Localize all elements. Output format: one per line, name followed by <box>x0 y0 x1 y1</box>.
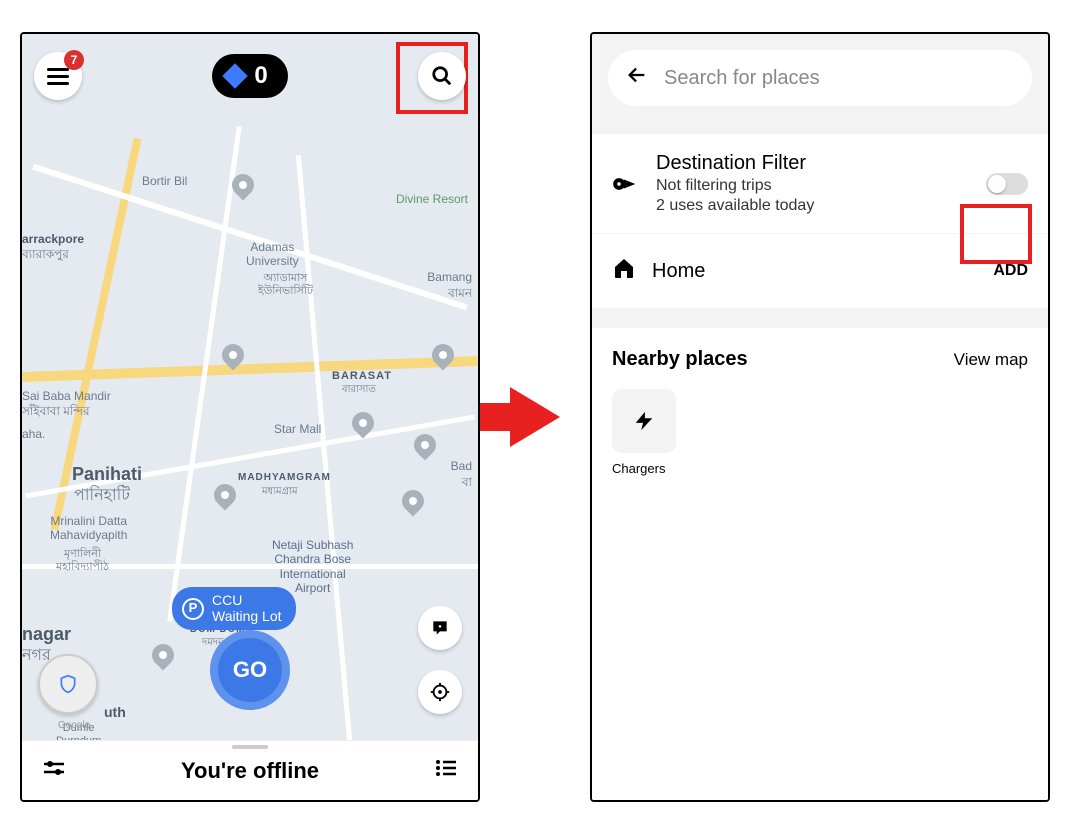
flow-arrow <box>510 387 560 447</box>
map-label-adamas: Adamas University <box>246 240 299 269</box>
offline-status-text: You're offline <box>181 758 319 784</box>
notification-badge: 7 <box>64 50 84 70</box>
map-label-madhyamgram-local: মধ্যমগ্রাম <box>262 486 298 498</box>
arrow-icon <box>510 387 560 447</box>
sliders-icon <box>42 758 66 778</box>
destination-filter-icon <box>612 170 640 198</box>
view-map-button[interactable]: View map <box>954 350 1028 370</box>
add-home-button[interactable]: ADD <box>993 262 1028 280</box>
map-label-barrackpore-local: ব্যারাকপুর <box>22 247 69 261</box>
destination-filter-uses: 2 uses available today <box>656 197 970 215</box>
map-label-mrinalini-local: মৃণালিনী মহাবিদ্যাপীঠ <box>56 548 109 574</box>
map-label-divine-resort: Divine Resort <box>396 192 468 206</box>
map-label-panihati: Panihati <box>72 464 142 486</box>
map-label-aha: aha. <box>22 427 45 441</box>
search-places-screen: Destination Filter Not filtering trips 2… <box>590 32 1050 802</box>
driver-app-map-screen: Bortir Bil Divine Resort arrackpore ব্যা… <box>20 32 480 802</box>
chat-icon <box>430 618 450 638</box>
back-button[interactable] <box>626 64 648 92</box>
map-background[interactable]: Bortir Bil Divine Resort arrackpore ব্যা… <box>22 34 478 800</box>
bottom-status-bar: You're offline <box>22 740 478 800</box>
nearby-places-section: Nearby places View map Chargers <box>592 328 1048 800</box>
shield-icon <box>58 672 78 696</box>
drag-handle[interactable] <box>232 745 268 749</box>
list-icon <box>434 758 458 778</box>
home-icon <box>612 256 636 286</box>
status-pill[interactable]: 0 <box>212 54 287 98</box>
map-label-uth: uth <box>104 704 126 721</box>
search-button[interactable] <box>418 52 466 100</box>
highlight-toggle <box>960 204 1032 264</box>
preferences-button[interactable] <box>42 758 66 784</box>
home-label: Home <box>652 260 977 283</box>
nearby-places-title: Nearby places <box>612 348 748 371</box>
map-label-sai-baba-local: সাঁইবাবা মন্দির <box>22 404 90 418</box>
map-label-bamang: Bamang <box>427 270 472 284</box>
crosshair-icon <box>429 681 451 703</box>
map-label-barasat-local: বারাসাত <box>342 384 376 396</box>
map-label-sai-baba: Sai Baba Mandir <box>22 389 111 403</box>
destination-filter-title: Destination Filter <box>656 152 970 175</box>
destination-filter-status: Not filtering trips <box>656 177 970 195</box>
map-label-panihati-local: পানিহাটি <box>74 486 130 505</box>
airport-waiting-lot-chip[interactable]: P CCU Waiting Lot <box>172 587 296 630</box>
airport-code: CCU <box>212 593 282 608</box>
hamburger-icon <box>47 68 69 85</box>
charger-icon-box <box>612 389 676 453</box>
search-icon <box>431 65 453 87</box>
map-label-google: Google <box>58 720 90 732</box>
map-label-barasat: BARASAT <box>332 370 392 383</box>
chat-button[interactable] <box>418 606 462 650</box>
map-label-madhyamgram: MADHYAMGRAM <box>238 472 331 484</box>
map-label-netaji: Netaji Subhash Chandra Bose Internationa… <box>272 538 353 596</box>
map-label-bad-local: বা <box>462 475 472 489</box>
map-label-star-mall: Star Mall <box>274 422 321 436</box>
map-label-mrinalini: Mrinalini Datta Mahavidyapith <box>50 514 127 543</box>
diamond-icon <box>223 63 248 88</box>
safety-button[interactable] <box>38 654 98 714</box>
destination-filter-toggle[interactable] <box>986 173 1028 195</box>
chargers-card[interactable]: Chargers <box>612 389 682 476</box>
parking-icon: P <box>182 598 204 620</box>
map-label-bamang-local: বামন <box>448 286 472 300</box>
airport-label: Waiting Lot <box>212 609 282 624</box>
go-online-button[interactable]: GO <box>210 630 290 710</box>
map-label-barrackpore: arrackpore <box>22 232 84 246</box>
arrow-left-icon <box>626 64 648 86</box>
map-label-bad: Bad <box>451 459 472 473</box>
map-label-adamas-local: অ্যাডামাস ইউনিভার্সিটি <box>258 272 313 298</box>
trip-list-button[interactable] <box>434 758 458 784</box>
bolt-icon <box>633 407 655 435</box>
recenter-button[interactable] <box>418 670 462 714</box>
search-bar <box>608 50 1032 106</box>
map-label-bortir-bil: Bortir Bil <box>142 174 187 188</box>
menu-button[interactable]: 7 <box>34 52 82 100</box>
chargers-label: Chargers <box>612 461 682 476</box>
search-input[interactable] <box>664 67 1014 90</box>
map-label-nagar: nagar <box>22 624 71 646</box>
status-count: 0 <box>254 62 267 90</box>
